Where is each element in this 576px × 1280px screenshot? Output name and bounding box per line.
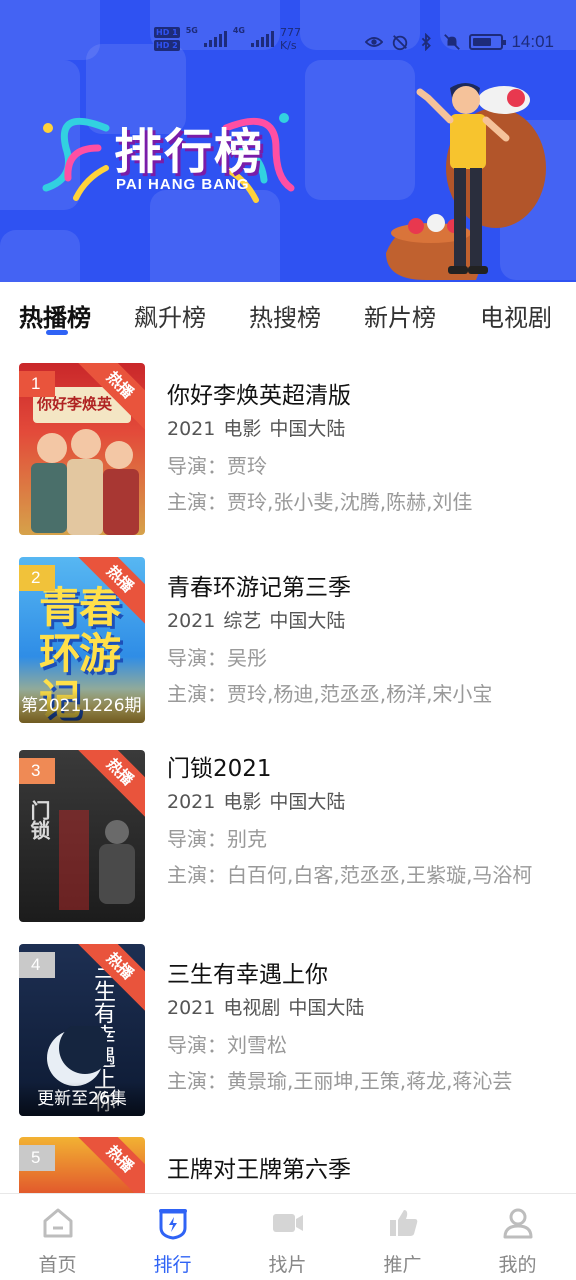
item-cast: 主演：贾玲,杨迪,范丞丞,杨洋,宋小宝 <box>167 679 557 709</box>
cast-label: 主演： <box>167 863 227 887</box>
poster-image[interactable]: 5 热播 <box>19 1137 145 1193</box>
nav-home[interactable]: 首页 <box>0 1194 115 1280</box>
rank-badge: 2 <box>19 565 55 591</box>
director-label: 导演： <box>167 827 227 851</box>
crescent-moon-icon <box>47 1026 107 1086</box>
director-label: 导演： <box>167 454 227 478</box>
nav-find-video[interactable]: 找片 <box>230 1194 345 1280</box>
item-director: 导演：贾玲 <box>167 451 557 481</box>
item-meta: 2021 电影 中国大陆 <box>167 790 557 814</box>
item-region: 中国大陆 <box>269 418 346 440</box>
cast-value: 贾玲,张小斐,沈腾,陈赫,刘佳 <box>227 490 473 514</box>
rank-badge: 1 <box>19 371 55 397</box>
banner-subtitle: PAI HANG BANG <box>116 176 250 193</box>
signal-icon <box>250 31 274 47</box>
cast-label: 主演： <box>167 1069 227 1093</box>
nav-profile[interactable]: 我的 <box>460 1194 575 1280</box>
item-meta: 2021 综艺 中国大陆 <box>167 609 557 633</box>
item-cast: 主演：贾玲,张小斐,沈腾,陈赫,刘佳 <box>167 487 557 517</box>
item-director: 导演：别克 <box>167 824 557 854</box>
director-label: 导演： <box>167 646 227 670</box>
network-speed: 777 K/s <box>280 26 301 52</box>
nav-label: 我的 <box>498 1254 537 1276</box>
network-type-1: 5G <box>185 26 198 35</box>
poster-image[interactable]: 青春环游记 2 热播 第20211226期 <box>19 557 145 723</box>
tab-new-release[interactable]: 新片榜 <box>364 298 436 333</box>
banner-title: 排行榜 <box>114 124 265 180</box>
item-title[interactable]: 你好李焕英超清版 <box>167 381 557 411</box>
thumbs-up-icon <box>390 1210 418 1236</box>
hot-badge: 热播 <box>71 1137 145 1193</box>
rank-badge: 3 <box>19 758 55 784</box>
poster-caption: 第20211226期 <box>19 689 145 723</box>
nav-ranking[interactable]: 排行 <box>115 1194 230 1280</box>
item-year: 2021 <box>167 997 216 1019</box>
item-year: 2021 <box>167 610 216 632</box>
ranking-shield-icon <box>159 1209 187 1240</box>
item-year: 2021 <box>167 418 216 440</box>
poster-image[interactable]: 门锁 3 热播 <box>19 750 145 922</box>
director-value: 刘雪松 <box>227 1033 287 1057</box>
item-type: 电视剧 <box>223 997 281 1019</box>
item-region: 中国大陆 <box>269 791 346 813</box>
item-director: 导演：刘雪松 <box>167 1030 557 1060</box>
poster-image[interactable]: 三生有幸遇上你 4 热播 更新至26集 <box>19 944 145 1116</box>
nav-label: 排行 <box>153 1254 192 1276</box>
rank-badge: 4 <box>19 952 55 978</box>
tab-rising[interactable]: 飙升榜 <box>134 298 206 333</box>
item-type: 电影 <box>223 791 262 813</box>
nav-promote[interactable]: 推广 <box>345 1194 460 1280</box>
tab-tv-series[interactable]: 电视剧 <box>480 298 552 333</box>
cast-value: 白百何,白客,范丞丞,王紫璇,马浴柯 <box>227 863 533 887</box>
tab-hot-search[interactable]: 热搜榜 <box>249 298 321 333</box>
item-title[interactable]: 青春环游记第三季 <box>167 573 557 603</box>
director-value: 别克 <box>227 827 267 851</box>
user-icon <box>503 1208 533 1239</box>
director-value: 吴彤 <box>227 646 267 670</box>
director-value: 贾玲 <box>227 454 267 478</box>
ranking-banner: HD 1 HD 2 5G 4G 777 K/s 14:01 排行榜 PAI HA… <box>0 0 576 282</box>
item-title[interactable]: 三生有幸遇上你 <box>167 960 557 990</box>
poster-caption: 更新至26集 <box>19 1082 145 1116</box>
item-region: 中国大陆 <box>269 610 346 632</box>
ranking-tabs: 热播榜 飙升榜 热搜榜 新片榜 电视剧 <box>0 282 576 346</box>
item-type: 电影 <box>223 418 262 440</box>
item-title[interactable]: 王牌对王牌第六季 <box>167 1155 557 1185</box>
item-type: 综艺 <box>223 610 262 632</box>
poster-image[interactable]: 你好李焕英 1 热播 <box>19 363 145 535</box>
hd-icon: HD 1 HD 2 <box>154 27 180 51</box>
network-type-2: 4G <box>232 26 245 35</box>
signal-icon <box>203 31 227 47</box>
nav-label: 首页 <box>38 1254 77 1276</box>
director-label: 导演： <box>167 1033 227 1057</box>
poster-title: 门锁 <box>27 800 51 840</box>
speed-unit: K/s <box>279 39 297 52</box>
speed-value: 777 <box>279 26 301 39</box>
nav-label: 找片 <box>268 1254 307 1276</box>
nav-label: 推广 <box>383 1254 422 1276</box>
cast-label: 主演： <box>167 490 227 514</box>
person-with-moneybag-illustration <box>386 83 546 280</box>
item-director: 导演：吴彤 <box>167 643 557 673</box>
item-region: 中国大陆 <box>288 997 365 1019</box>
home-icon <box>43 1208 73 1238</box>
item-title[interactable]: 门锁2021 <box>167 754 557 784</box>
cast-label: 主演： <box>167 682 227 706</box>
rank-badge: 5 <box>19 1145 55 1171</box>
item-year: 2021 <box>167 791 216 813</box>
bottom-navigation: 首页 排行 找片 推广 我的 <box>0 1193 576 1280</box>
active-tab-indicator <box>46 330 68 335</box>
item-cast: 主演：黄景瑜,王丽坤,王策,蒋龙,蒋沁芸 <box>167 1066 557 1096</box>
item-meta: 2021 电视剧 中国大陆 <box>167 996 557 1020</box>
item-meta: 2021 电影 中国大陆 <box>167 417 557 441</box>
item-cast: 主演：白百何,白客,范丞丞,王紫璇,马浴柯 <box>167 860 557 890</box>
cast-value: 黄景瑜,王丽坤,王策,蒋龙,蒋沁芸 <box>227 1069 513 1093</box>
cast-value: 贾玲,杨迪,范丞丞,杨洋,宋小宝 <box>227 682 493 706</box>
tab-hot-play[interactable]: 热播榜 <box>19 298 91 333</box>
video-camera-icon <box>273 1214 303 1232</box>
